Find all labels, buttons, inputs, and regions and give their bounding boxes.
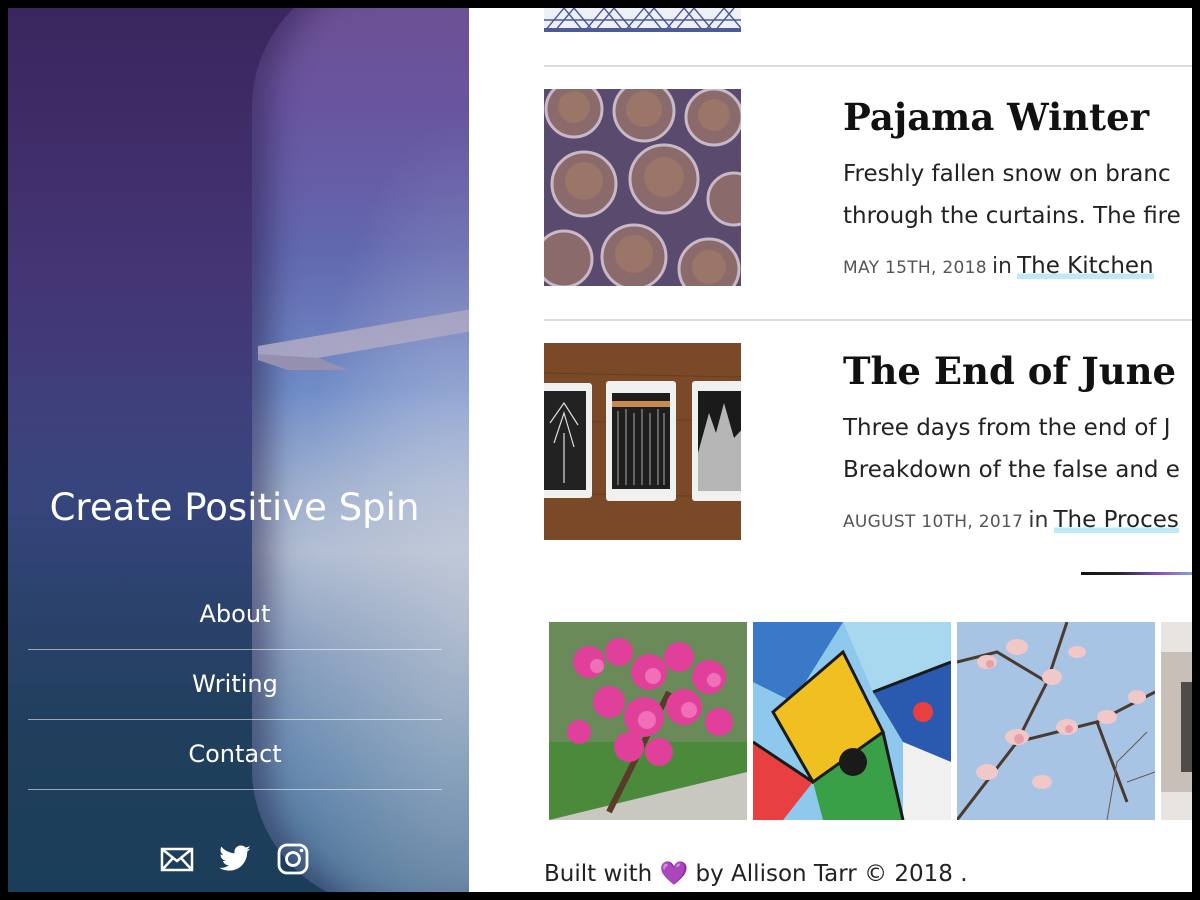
post-category-link[interactable]: The Kitchen	[1017, 253, 1154, 279]
gallery-image-magnolia-tree[interactable]	[957, 622, 1155, 820]
twitter-icon[interactable]	[218, 842, 252, 876]
post-thumbnail-muffins[interactable]	[544, 89, 741, 286]
post-category-link[interactable]: The Proces	[1053, 507, 1179, 533]
site-title[interactable]: Create Positive Spin	[8, 486, 461, 529]
post-date: May 15th, 2018	[843, 258, 987, 278]
post-in-label: in	[1028, 508, 1049, 533]
excerpt-line: Freshly fallen snow on branc	[843, 161, 1171, 187]
post-date: August 10th, 2017	[843, 512, 1024, 532]
main-content: Pajama Winter Freshly fallen snow on bra…	[469, 8, 1192, 892]
gallery-image-partial-photo[interactable]	[1161, 622, 1192, 820]
post-card: Pajama Winter Freshly fallen snow on bra…	[544, 89, 1192, 287]
post-card: The End of June Three days from the end …	[544, 343, 1192, 541]
excerpt-line: through the curtains. The fire	[843, 203, 1181, 229]
post-divider	[544, 65, 1192, 67]
excerpt-line: Breakdown of the false and e	[843, 457, 1180, 483]
instagram-gallery	[549, 622, 1192, 820]
gallery-image-pink-blossoms[interactable]	[549, 622, 747, 820]
excerpt-line: Three days from the end of J	[843, 415, 1171, 441]
post-title[interactable]: The End of June	[843, 349, 1176, 393]
browser-frame: Create Positive Spin About Writing Conta…	[8, 8, 1192, 892]
post-thumbnail-tarot-cards[interactable]	[544, 343, 741, 540]
nav-item-contact[interactable]: Contact	[28, 720, 442, 790]
post-divider	[544, 319, 1192, 321]
previous-post-thumbnail[interactable]	[544, 8, 741, 32]
post-in-label: in	[991, 254, 1012, 279]
mail-icon[interactable]	[160, 842, 194, 876]
section-accent-line	[1081, 572, 1192, 575]
social-links	[8, 842, 461, 876]
footer-author: by Allison Tarr	[695, 861, 857, 887]
nav-item-writing[interactable]: Writing	[28, 650, 442, 720]
post-excerpt: Three days from the end of J Breakdown o…	[843, 407, 1192, 491]
instagram-icon[interactable]	[276, 842, 310, 876]
sidebar: Create Positive Spin About Writing Conta…	[8, 8, 469, 892]
footer-copyright: © 2018 .	[864, 861, 968, 887]
nav-item-about[interactable]: About	[28, 580, 442, 650]
footer-built-with: Built with	[544, 861, 653, 887]
gallery-image-abstract-painting[interactable]	[753, 622, 951, 820]
site-footer: Built with 💜 by Allison Tarr © 2018 .	[544, 860, 968, 887]
post-meta: August 10th, 2017 in The Proces	[843, 507, 1179, 533]
heart-icon: 💜	[659, 861, 689, 887]
main-nav: About Writing Contact	[28, 580, 442, 790]
post-excerpt: Freshly fallen snow on branc through the…	[843, 153, 1192, 237]
post-title[interactable]: Pajama Winter	[843, 95, 1149, 139]
post-meta: May 15th, 2018 in The Kitchen	[843, 253, 1154, 279]
